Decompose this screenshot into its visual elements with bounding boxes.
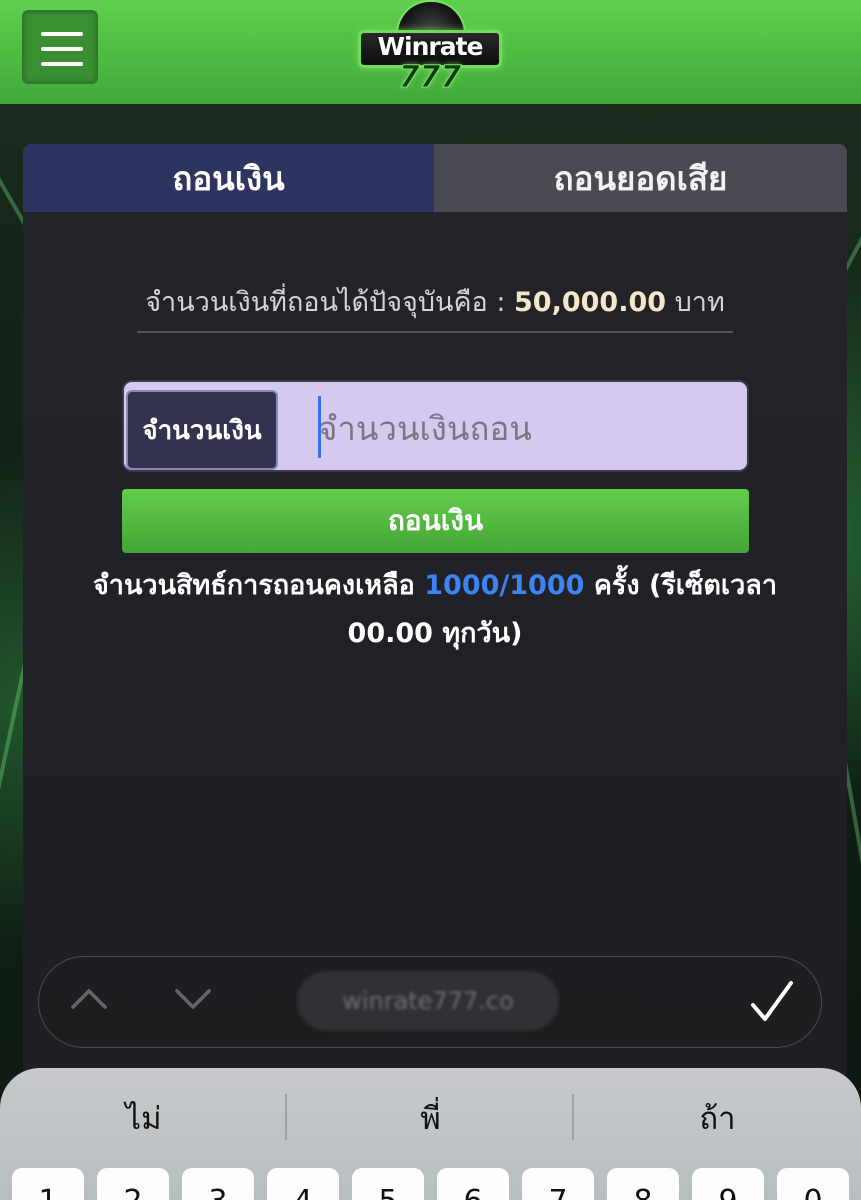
key-5[interactable]: 5 [352, 1168, 424, 1200]
withdraw-quota-text: จำนวนสิทธ์การถอนคงเหลือ 1000/1000 ครั้ง … [63, 562, 807, 658]
site-logo[interactable]: Winrate 777 [352, 0, 508, 100]
key-0[interactable]: 0 [777, 1168, 849, 1200]
suggestion-bar: ไม่ พี่ ถ้า [0, 1090, 861, 1146]
amount-input-group: จำนวนเงิน [122, 380, 749, 472]
keyboard-accessory-bar: winrate777.co [38, 956, 822, 1048]
balance-label: จำนวนเงินที่ถอนได้ปัจจุบันคือ : [145, 287, 515, 318]
logo-wordmark: Winrate [377, 32, 483, 61]
text-caret [318, 396, 321, 458]
tab-withdraw-loss[interactable]: ถอนยอดเสีย [434, 144, 847, 212]
divider [137, 331, 733, 333]
quota-count: 1000/1000 [424, 570, 585, 601]
suggestion-1[interactable]: ไม่ [0, 1090, 287, 1146]
key-1[interactable]: 1 [12, 1168, 84, 1200]
key-2[interactable]: 2 [97, 1168, 169, 1200]
logo-speaker-icon [396, 0, 466, 34]
key-8[interactable]: 8 [607, 1168, 679, 1200]
key-9[interactable]: 9 [692, 1168, 764, 1200]
key-3[interactable]: 3 [182, 1168, 254, 1200]
quota-label: จำนวนสิทธ์การถอนคงเหลือ [92, 570, 425, 601]
on-screen-keyboard: ไม่ พี่ ถ้า 1 2 3 4 5 6 7 8 9 0 [0, 1068, 861, 1200]
withdraw-tabs: ถอนเงิน ถอนยอดเสีย [23, 144, 847, 212]
balance-unit: บาท [674, 287, 725, 318]
amount-label: จำนวนเงิน [126, 390, 278, 470]
chevron-down-icon[interactable] [169, 977, 217, 1025]
key-4[interactable]: 4 [267, 1168, 339, 1200]
top-header: Winrate 777 [0, 0, 861, 104]
url-bar[interactable]: winrate777.co [297, 971, 559, 1031]
tab-withdraw[interactable]: ถอนเงิน [23, 144, 434, 212]
key-6[interactable]: 6 [437, 1168, 509, 1200]
suggestion-3[interactable]: ถ้า [574, 1090, 861, 1146]
hamburger-menu-icon[interactable] [22, 10, 98, 84]
number-key-row: 1 2 3 4 5 6 7 8 9 0 [0, 1168, 861, 1200]
amount-input[interactable] [318, 396, 738, 460]
balance-amount: 50,000.00 [514, 287, 667, 318]
suggestion-divider [285, 1094, 287, 1140]
suggestion-divider [572, 1094, 574, 1140]
checkmark-icon[interactable] [747, 975, 797, 1029]
suggestion-2[interactable]: พี่ [287, 1090, 574, 1146]
chevron-up-icon[interactable] [65, 977, 113, 1025]
withdraw-button[interactable]: ถอนเงิน [122, 489, 749, 553]
key-7[interactable]: 7 [522, 1168, 594, 1200]
logo-number: 777 [398, 60, 462, 96]
available-balance: จำนวนเงินที่ถอนได้ปัจจุบันคือ : 50,000.0… [23, 280, 847, 323]
